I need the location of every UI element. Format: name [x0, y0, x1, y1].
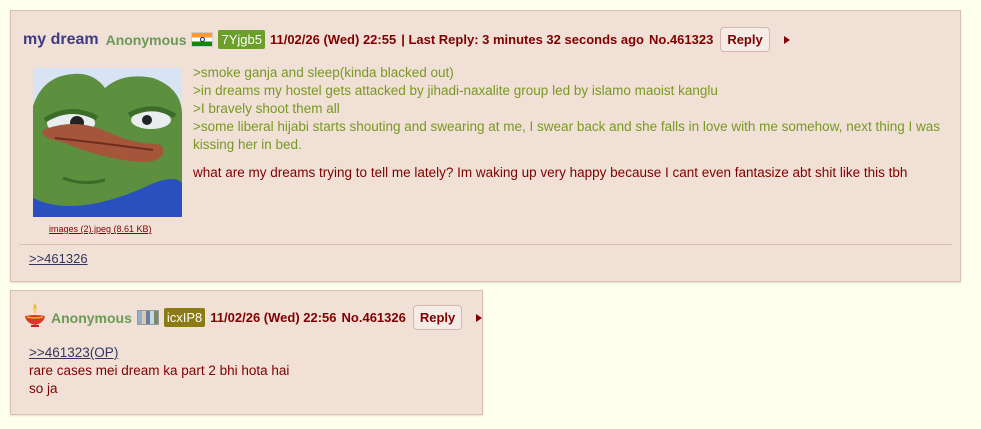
poster-name: Anonymous [105, 31, 187, 48]
last-reply-text: | Last Reply: 3 minutes 32 seconds ago [401, 32, 644, 47]
post-datetime: 11/02/26 (Wed) 22:55 [269, 32, 397, 47]
india-flag-icon [191, 32, 214, 47]
post-image-thumbnail[interactable] [33, 68, 182, 217]
reply-button[interactable]: Reply [412, 305, 463, 330]
post-divider [19, 244, 952, 245]
post-datetime: 11/02/26 (Wed) 22:56 [210, 310, 337, 325]
op-post: my dream Anonymous 7Yjgb5 11/02/26 (Wed)… [10, 10, 961, 282]
post-text: what are my dreams trying to tell me lat… [193, 165, 908, 180]
post-text-line: so ja [29, 381, 58, 396]
diya-lamp-icon [25, 303, 45, 327]
reply-button[interactable]: Reply [720, 27, 770, 52]
reply-post: Anonymous icxIP8 11/02/26 (Wed) 22:56 No… [10, 290, 483, 415]
post-menu-arrow-icon[interactable] [476, 313, 483, 322]
op-post-header: my dream Anonymous 7Yjgb5 11/02/26 (Wed)… [23, 27, 790, 52]
greentext-line: >smoke ganja and sleep(kinda blacked out… [193, 65, 454, 80]
reply-post-body: >>461323(OP) rare cases mei dream ka par… [29, 344, 289, 398]
reply-post-header: Anonymous icxIP8 11/02/26 (Wed) 22:56 No… [51, 305, 483, 330]
post-menu-arrow-icon[interactable] [783, 35, 790, 44]
post-text-line: rare cases mei dream ka part 2 bhi hota … [29, 363, 290, 378]
poster-id[interactable]: 7Yjgb5 [218, 30, 265, 49]
post-number[interactable]: No.461323 [649, 32, 713, 47]
greentext-line: >in dreams my hostel gets attacked by ji… [193, 83, 718, 98]
pixel-flag-icon [136, 310, 159, 325]
op-post-body: >smoke ganja and sleep(kinda blacked out… [193, 64, 953, 182]
backlink[interactable]: >>461326 [29, 251, 88, 266]
post-number[interactable]: No.461326 [342, 310, 406, 325]
greentext-line: >I bravely shoot them all [193, 101, 340, 116]
poster-id[interactable]: icxIP8 [163, 308, 206, 327]
poster-name: Anonymous [51, 309, 132, 326]
file-info-link[interactable]: images (2).jpeg (8.61 KB) [49, 224, 152, 234]
quote-link[interactable]: >>461323(OP) [29, 344, 289, 362]
frog-face-icon [33, 68, 182, 217]
post-subject: my dream [23, 30, 99, 48]
greentext-line: >some liberal hijabi starts shouting and… [193, 119, 941, 152]
